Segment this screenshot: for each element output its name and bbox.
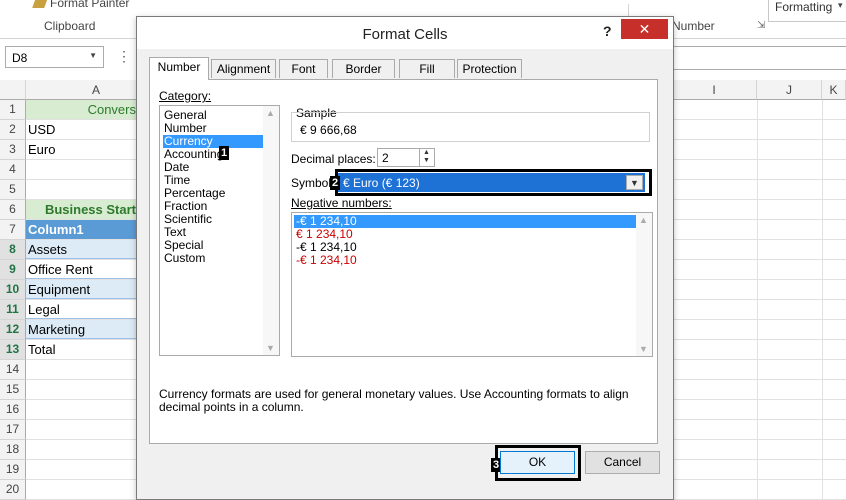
border-icon[interactable] [250,0,264,8]
negative-format-4[interactable]: -€ 1 234,10 [294,254,636,267]
row-header-19[interactable]: 19 [0,460,26,480]
cell-a10[interactable]: Equipment [26,280,136,299]
row-header-15[interactable]: 15 [0,380,26,400]
cell-a9[interactable]: Office Rent [26,260,136,279]
gridline [757,100,758,500]
tab-protection[interactable]: Protection [457,59,522,78]
row-header-16[interactable]: 16 [0,400,26,420]
annotation-badge-2: 2 [330,176,340,190]
cell-a8[interactable]: Assets [26,240,136,259]
scroll-up-icon[interactable]: ▲ [266,108,275,118]
format-painter-button[interactable]: Format Painter [50,0,129,10]
increment-icon[interactable]: ▲ [423,149,430,156]
symbol-highlight-box [335,169,652,196]
cell-a12[interactable]: Marketing [26,320,136,339]
name-box[interactable]: D8 ▼ [5,46,104,68]
formula-input[interactable] [672,46,846,70]
sample-value: € 9 666,68 [300,123,357,137]
row-header-8[interactable]: 8 [0,240,26,260]
decrement-icon[interactable]: ▼ [423,157,430,164]
stepper-buttons[interactable]: ▲ ▼ [419,149,434,166]
tab-alignment[interactable]: Alignment [211,59,276,78]
decimal-places-stepper[interactable]: 2 ▲ ▼ [377,148,435,167]
category-scrollbar[interactable]: ▲ ▼ [263,106,279,355]
decimal-places-label: Decimal places: [291,152,376,166]
scroll-down-icon[interactable]: ▼ [639,344,648,354]
negative-numbers-list[interactable]: -€ 1 234,10 € 1 234,10 -€ 1 234,10 -€ 1 … [291,212,653,357]
ok-button[interactable]: OK [500,451,575,474]
row-header-20[interactable]: 20 [0,480,26,500]
close-button[interactable]: ✕ [621,19,668,39]
cell-a13[interactable]: Total [26,340,136,359]
row-header-10[interactable]: 10 [0,280,26,300]
category-list[interactable]: General Number Currency Accounting Date … [159,105,280,356]
clipboard-group-label: Clipboard [44,19,96,33]
conditional-formatting-label: Formatting [775,0,833,14]
row-header-12[interactable]: 12 [0,320,26,340]
negative-list-scrollbar[interactable]: ▲ ▼ [636,213,652,356]
format-cells-dialog: Format Cells ? ✕ Number Alignment Font B… [136,16,674,500]
symbol-label: Symbol: [291,176,335,190]
scroll-up-icon[interactable]: ▲ [639,215,648,225]
sample-box: € 9 666,68 [291,112,650,142]
chevron-down-icon: ▾ [838,0,843,10]
row-header-17[interactable]: 17 [0,420,26,440]
format-painter-icon[interactable] [32,0,48,8]
negative-numbers-label: Negative numbers: [291,196,392,210]
scroll-down-icon[interactable]: ▼ [266,343,275,353]
number-group-label: Number [672,19,715,33]
cancel-button[interactable]: Cancel [585,451,660,474]
cell-a11[interactable]: Legal [26,300,136,319]
row-header-14[interactable]: 14 [0,360,26,380]
row-header-6[interactable]: 6 [0,200,26,220]
cell-a3[interactable]: Euro [26,140,136,159]
chevron-down-icon[interactable]: ▼ [89,51,97,60]
row-header-7[interactable]: 7 [0,220,26,240]
tab-number[interactable]: Number [149,57,209,80]
gridline [822,100,823,500]
row-header-3[interactable]: 3 [0,140,26,160]
column-header-i[interactable]: I [672,80,757,100]
name-box-value: D8 [12,51,28,65]
tab-border[interactable]: Border [332,59,395,78]
row-header-1[interactable]: 1 [0,100,26,120]
more-icon[interactable]: ⋮ [117,48,131,65]
dialog-title: Format Cells [362,26,448,43]
dialog-titlebar[interactable]: Format Cells ? ✕ [137,17,673,49]
select-all-corner[interactable] [0,80,26,100]
tab-fill[interactable]: Fill [399,59,455,78]
row-header-4[interactable]: 4 [0,160,26,180]
category-item-custom[interactable]: Custom [163,252,264,265]
dialog-launcher-icon[interactable]: ⇲ [757,20,765,31]
decimal-places-value: 2 [382,151,389,165]
annotation-badge-1: 1 [219,146,229,160]
row-header-18[interactable]: 18 [0,440,26,460]
category-label: Category: [159,89,212,103]
cell-a2[interactable]: USD [26,120,136,139]
help-icon[interactable]: ? [603,23,612,39]
column-header-k[interactable]: K [822,80,846,100]
number-tab-panel: Category: General Number Currency Accoun… [149,79,658,444]
row-header-9[interactable]: 9 [0,260,26,280]
cell-a1[interactable]: Convers [26,100,136,119]
color-icon[interactable] [330,0,344,9]
wrap-icon[interactable] [290,0,304,8]
column-header-j[interactable]: J [757,80,822,100]
align-icon[interactable] [212,0,226,8]
row-header-11[interactable]: 11 [0,300,26,320]
cell-a7[interactable]: Column1 [26,220,136,239]
row-header-5[interactable]: 5 [0,180,26,200]
cell-a6[interactable]: Business Start [26,200,136,219]
tab-font[interactable]: Font [279,59,328,78]
row-header-13[interactable]: 13 [0,340,26,360]
category-description: Currency formats are used for general mo… [159,387,629,414]
row-header-2[interactable]: 2 [0,120,26,140]
